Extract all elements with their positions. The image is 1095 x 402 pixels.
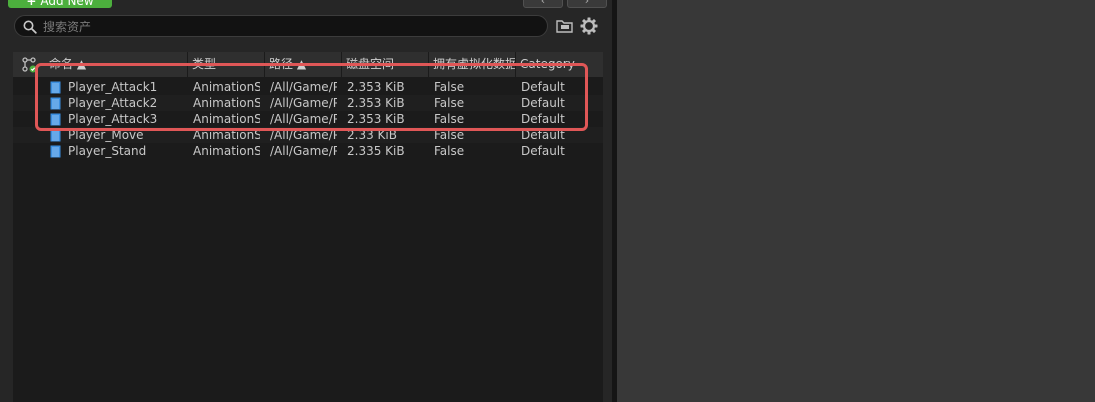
plus-icon: + <box>26 0 37 8</box>
forward-arrow-icon: › <box>584 0 590 7</box>
column-header-path[interactable]: 路径 ▲ <box>265 52 342 77</box>
cell-category: Default <box>521 112 565 126</box>
column-header-disk-size[interactable]: 磁盘空间 <box>342 52 429 77</box>
cell-path: /All/Game/Player <box>270 80 337 94</box>
cell-type: AnimationSequence <box>193 80 260 94</box>
cell-category: Default <box>521 128 565 142</box>
cell-path: /All/Game/Player <box>270 96 337 110</box>
cell-virtualized: False <box>434 112 465 126</box>
folder-icon[interactable] <box>556 19 573 33</box>
animation-asset-icon <box>50 97 61 110</box>
back-arrow-icon: ‹ <box>540 0 546 7</box>
cell-virtualized: False <box>434 96 465 110</box>
cell-size: 2.335 KiB <box>347 144 405 158</box>
table-row[interactable]: Player_Attack1 AnimationSequence /All/Ga… <box>13 79 603 95</box>
list-header: 命名 ▲ 类型 路径 ▲ 磁盘空间 拥有虚拟化数据 Category <box>13 52 603 77</box>
table-row[interactable]: Player_Attack2 AnimationSequence /All/Ga… <box>13 95 603 111</box>
table-row[interactable]: Player_Stand AnimationSequence /All/Game… <box>13 143 603 159</box>
cell-virtualized: False <box>434 144 465 158</box>
back-button[interactable]: ‹ <box>523 0 563 8</box>
gear-icon[interactable] <box>580 17 598 35</box>
cell-size: 2.353 KiB <box>347 112 405 126</box>
search-bar[interactable] <box>14 15 548 37</box>
forward-button[interactable]: › <box>567 0 607 8</box>
cell-virtualized: False <box>434 80 465 94</box>
cell-category: Default <box>521 144 565 158</box>
cell-type: AnimationSequence <box>193 96 260 110</box>
empty-viewport-area <box>617 0 1095 402</box>
add-new-button[interactable]: + Add New <box>8 0 112 8</box>
cell-size: 2.353 KiB <box>347 96 405 110</box>
cell-name: Player_Attack2 <box>68 96 158 110</box>
add-new-label: Add New <box>40 0 94 8</box>
search-input[interactable] <box>41 17 535 37</box>
cell-name: Player_Move <box>68 128 144 142</box>
content-browser-panel: + Add New ‹ › 搜索资产 命名 ▲ 类型 路径 ▲ 磁盘空间 拥有虚… <box>0 0 612 402</box>
view-options-icon[interactable] <box>21 57 37 73</box>
cell-path: /All/Game/Player <box>270 144 337 158</box>
cell-virtualized: False <box>434 128 465 142</box>
cell-name: Player_Attack1 <box>68 80 158 94</box>
cell-name: Player_Attack3 <box>68 112 158 126</box>
cell-category: Default <box>521 80 565 94</box>
column-header-type[interactable]: 类型 <box>188 52 265 77</box>
animation-asset-icon <box>50 113 61 126</box>
cell-type: AnimationSequence <box>193 112 260 126</box>
cell-type: AnimationSequence <box>193 128 260 142</box>
cell-path: /All/Game/Player <box>270 128 337 142</box>
animation-asset-icon <box>50 81 61 94</box>
list-scrollbar-track[interactable] <box>603 52 609 402</box>
cell-size: 2.33 KiB <box>347 128 397 142</box>
search-icon <box>23 20 37 34</box>
cell-path: /All/Game/Player <box>270 112 337 126</box>
cell-type: AnimationSequence <box>193 144 260 158</box>
animation-asset-icon <box>50 145 61 158</box>
table-row[interactable]: Player_Attack3 AnimationSequence /All/Ga… <box>13 111 603 127</box>
animation-asset-icon <box>50 129 61 142</box>
column-header-category[interactable]: Category <box>516 52 603 77</box>
cell-size: 2.353 KiB <box>347 80 405 94</box>
table-row[interactable]: Player_Move AnimationSequence /All/Game/… <box>13 127 603 143</box>
asset-list: 命名 ▲ 类型 路径 ▲ 磁盘空间 拥有虚拟化数据 Category Playe… <box>13 52 603 402</box>
column-header-virtualized[interactable]: 拥有虚拟化数据 <box>429 52 516 77</box>
cell-name: Player_Stand <box>68 144 147 158</box>
cell-category: Default <box>521 96 565 110</box>
column-header-name[interactable]: 命名 ▲ <box>45 52 188 77</box>
